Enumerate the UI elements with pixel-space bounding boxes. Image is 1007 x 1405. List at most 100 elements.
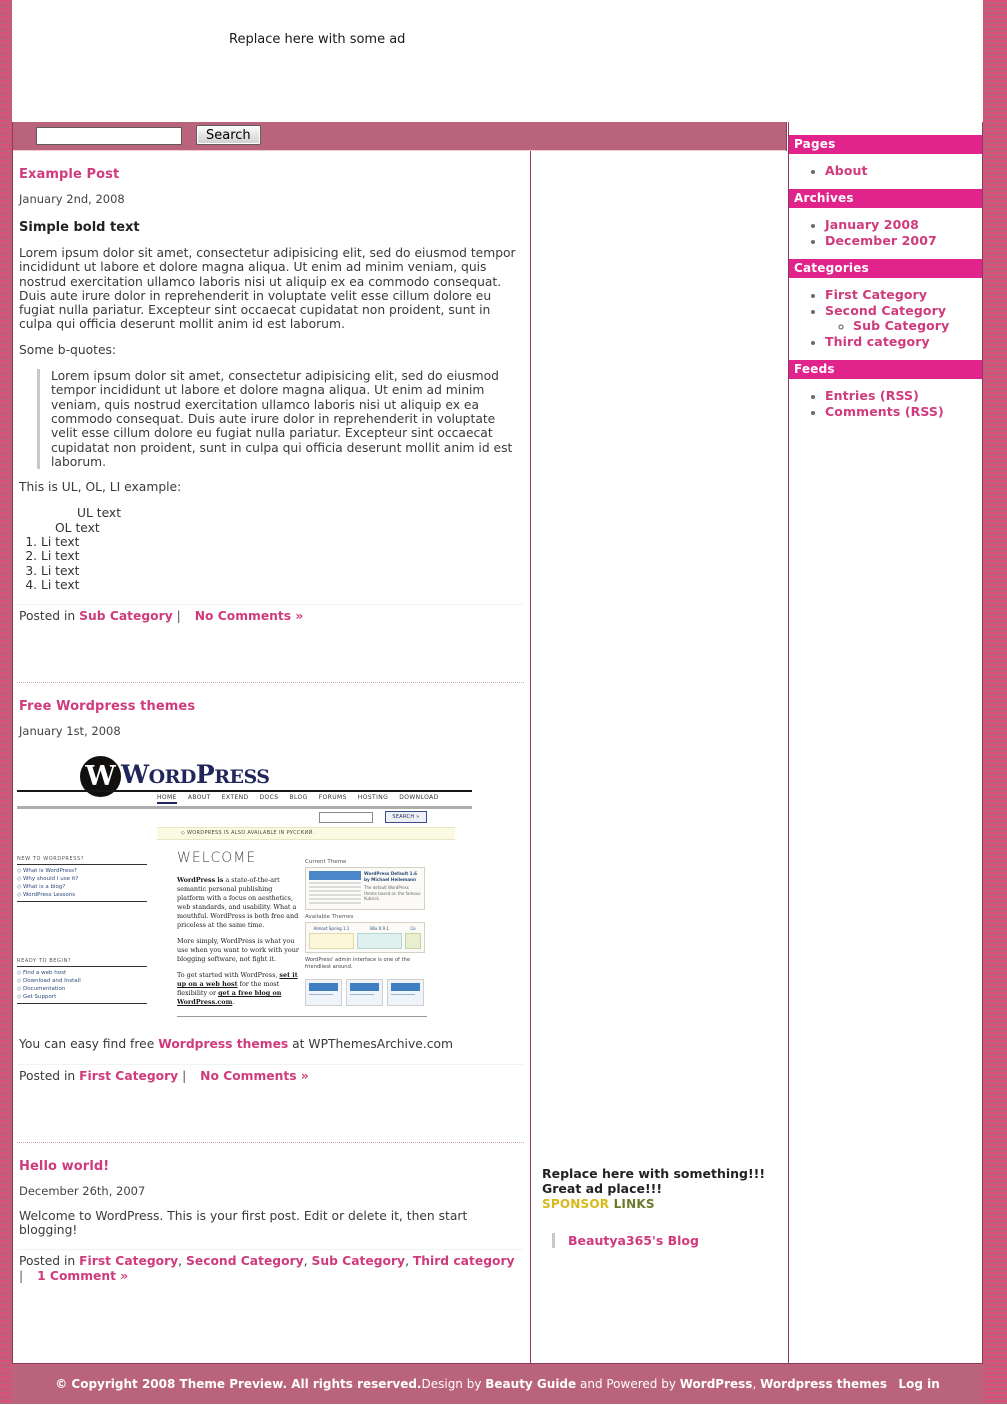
sidebar-item-second-category[interactable]: Second Category Sub Category <box>825 303 982 333</box>
wp-theme-preview-line <box>309 894 361 897</box>
meta-separator: | <box>176 609 181 624</box>
wp-right-caption: WordPress' admin interface is one of the… <box>305 957 411 971</box>
content-shell: Search Example Post January 2nd, 2008 Si… <box>12 122 790 1363</box>
sidebar-link[interactable]: Third category <box>825 334 930 349</box>
wp-current-theme-panel: WordPress Default 1.6 by Michael Heilema… <box>305 867 425 911</box>
sidebar-item-comments-rss[interactable]: Comments (RSS) <box>825 404 982 419</box>
sidebar-item-december-2007[interactable]: December 2007 <box>825 233 982 248</box>
post-title: Free Wordpress themes <box>17 683 524 714</box>
post-title-link[interactable]: Free Wordpress themes <box>19 699 195 714</box>
wp-search-field <box>319 812 373 824</box>
post-category-link[interactable]: Third category <box>413 1254 515 1268</box>
sidebar-item-third-category[interactable]: Third category <box>825 334 982 349</box>
post-spacer <box>17 1084 524 1142</box>
sidebar-item-sub-category[interactable]: Sub Category <box>853 318 982 333</box>
wp-theme-preview-line <box>309 898 361 901</box>
wp-theme-preview-line <box>309 882 361 885</box>
post-comments-link[interactable]: No Comments » <box>195 609 304 623</box>
search-input[interactable] <box>36 127 182 145</box>
sidebar-list-pages: About <box>789 154 982 189</box>
wp-available-themes-panel: Almost Spring 1.1 Blix 0.9.1 Co <box>305 922 425 954</box>
wp-header-rule <box>17 790 472 793</box>
sidebar-item-about[interactable]: About <box>825 163 982 178</box>
sidebar-list-categories: First Category Second Category Sub Categ… <box>789 278 982 360</box>
post-meta: Posted in First Category, Second Categor… <box>17 1249 524 1284</box>
top-ad-text: Replace here with some ad <box>229 32 406 47</box>
sidebar-inner: Pages About Archives January 2008 Decemb… <box>789 122 982 430</box>
sidebar-heading-feeds: Feeds <box>789 360 982 379</box>
post-body: Simple bold text Lorem ipsum dolor sit a… <box>17 220 524 592</box>
left-edge-stripe <box>0 0 12 1404</box>
wp-thumbnail <box>346 979 383 1007</box>
ol-item: Li text <box>41 549 522 563</box>
wp-wordmark: WORDPRESS <box>121 760 270 789</box>
post-comments-link[interactable]: No Comments » <box>200 1069 309 1083</box>
post-category-link[interactable]: First Category <box>79 1254 178 1268</box>
footer-copyright: © Copyright 2008 Theme Preview. All righ… <box>55 1377 422 1391</box>
page-container: Replace here with some ad Search Example… <box>12 0 983 1404</box>
list-example: UL text OL text Li text Li text Li text … <box>19 506 522 592</box>
wp-left-rule-2 <box>17 1003 147 1005</box>
post-title: Hello world! <box>17 1143 524 1174</box>
middle-ad-block: Replace here with something!!! Great ad … <box>542 1166 790 1248</box>
wp-para-1: WordPress is a state-of-the-art semantic… <box>177 876 302 930</box>
wp-left-link: ◇ WordPress Lessons <box>17 892 76 899</box>
wp-welcome-heading: WELCOME <box>177 850 257 867</box>
wp-header: W WORDPRESS <box>17 754 472 798</box>
wp-para-3-c: . <box>232 998 235 1007</box>
sidebar-heading-archives: Archives <box>789 189 982 208</box>
wp-nav-blog: BLOG <box>289 794 308 802</box>
wp-nav: HOME ABOUT EXTEND DOCS BLOG FORUMS HOSTING DOWN… <box>157 794 450 805</box>
post-comments-link[interactable]: 1 Comment » <box>37 1269 128 1283</box>
wp-nav-extend: EXTEND <box>221 794 249 802</box>
post-title: Example Post <box>17 151 524 182</box>
wp-theme-name: WordPress Default 1.6 by Michael Heilema… <box>364 871 418 883</box>
post-category-link[interactable]: Sub Category <box>79 609 173 623</box>
post-title-link[interactable]: Hello world! <box>19 1159 109 1174</box>
footer-themes-link[interactable]: Wordpress themes <box>760 1377 887 1391</box>
wp-nav-download: DOWNLOAD <box>399 794 439 802</box>
sidebar-heading-pages: Pages <box>789 135 982 154</box>
sidebar-link[interactable]: First Category <box>825 287 927 302</box>
ol-item: Li text <box>41 564 522 578</box>
footer-login-link[interactable]: Log in <box>898 1377 939 1391</box>
sidebar-link[interactable]: December 2007 <box>825 233 937 248</box>
sponsor-link[interactable]: Beautya365's Blog <box>568 1233 699 1248</box>
wp-wordmark-p: P <box>195 760 215 790</box>
wp-thumbnail-row <box>305 979 425 1007</box>
post-paragraph: Lorem ipsum dolor sit amet, consectetur … <box>19 246 516 332</box>
sidebar-link[interactable]: Comments (RSS) <box>825 404 944 419</box>
wp-available-theme-name: Blix 0.9.1 <box>370 926 389 932</box>
wp-language-notice: ◇ WORDPRESS IS ALSO AVAILABLE IN РУССКИЙ… <box>157 827 455 841</box>
sidebar-item-entries-rss[interactable]: Entries (RSS) <box>825 388 982 403</box>
sidebar-link[interactable]: January 2008 <box>825 217 919 232</box>
footer-wordpress-link[interactable]: WordPress <box>680 1377 753 1391</box>
list-intro: This is UL, OL, LI example: <box>19 480 182 495</box>
blockquote-text: Lorem ipsum dolor sit amet, consectetur … <box>51 369 513 469</box>
sponsor-links-label: SPONSOR LINKS <box>542 1197 790 1211</box>
wordpress-themes-link[interactable]: Wordpress themes <box>158 1037 288 1051</box>
post-category-link[interactable]: First Category <box>79 1069 178 1083</box>
wp-left-block-2: READY TO BEGIN? ◇ Find a web host ◇ Down… <box>17 958 147 1005</box>
wp-theme-preview-line <box>309 902 361 905</box>
search-button[interactable]: Search <box>196 125 261 145</box>
sidebar-link[interactable]: Second Category <box>825 303 946 318</box>
footer-designer-link[interactable]: Beauty Guide <box>485 1377 576 1391</box>
sidebar-link[interactable]: Entries (RSS) <box>825 388 919 403</box>
sidebar-item-january-2008[interactable]: January 2008 <box>825 217 982 232</box>
sidebar-link[interactable]: About <box>825 163 868 178</box>
post-category-link[interactable]: Sub Category <box>311 1254 405 1268</box>
wp-thumbnail <box>305 979 342 1007</box>
sidebar-item-first-category[interactable]: First Category <box>825 287 982 302</box>
post-category-link[interactable]: Second Category <box>186 1254 304 1268</box>
sidebar-sublist: Sub Category <box>825 318 982 333</box>
wp-available-theme-name: Co <box>410 926 416 932</box>
sponsor-link-row: Beautya365's Blog <box>552 1233 790 1248</box>
ol-label: OL text <box>55 520 100 535</box>
wp-panel-label-current: Current Theme <box>305 859 347 866</box>
footer-powered-by: and Powered by <box>576 1377 680 1391</box>
wp-grey-rule <box>17 806 472 810</box>
wp-theme-desc: The default WordPress theme based on the… <box>364 885 421 902</box>
sidebar-link[interactable]: Sub Category <box>853 318 949 333</box>
post-title-link[interactable]: Example Post <box>19 167 119 182</box>
